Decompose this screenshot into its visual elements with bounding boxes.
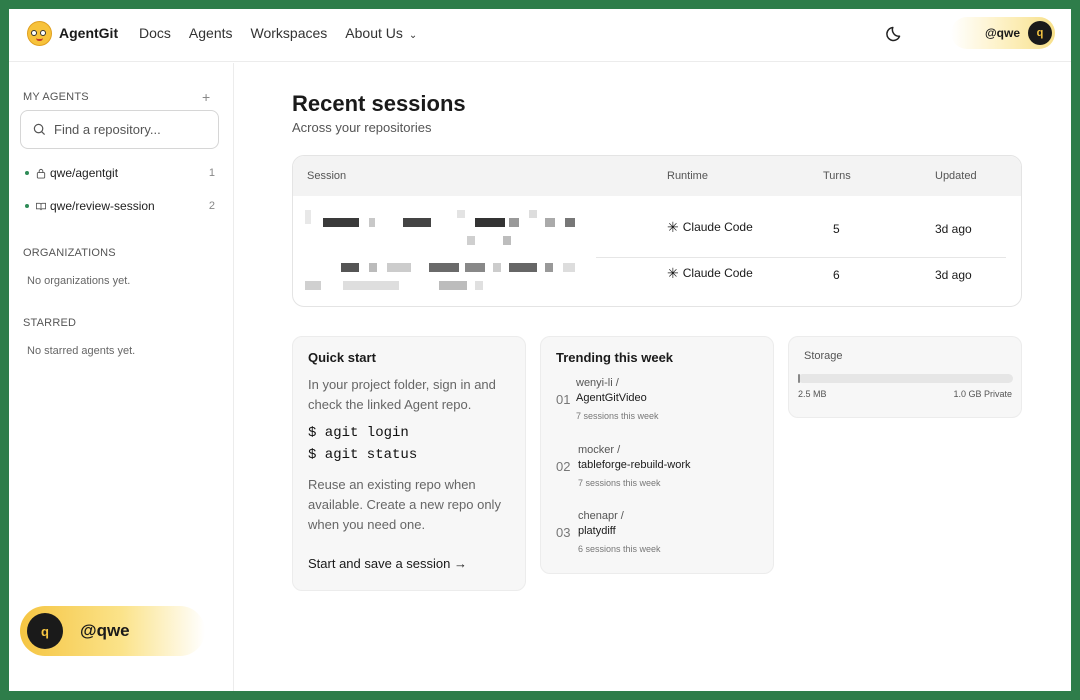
quick-start-intro: In your project folder, sign in and chec… xyxy=(308,377,496,412)
book-icon xyxy=(36,202,46,210)
brand-name[interactable]: AgentGit xyxy=(59,25,118,41)
trending-meta: 6 sessions this week xyxy=(578,544,661,554)
search-icon xyxy=(33,123,46,136)
trending-rank: 03 xyxy=(556,525,571,540)
trending-item[interactable]: 03 chenapr / platydiff 6 sessions this w… xyxy=(556,510,766,556)
quick-start-card: Quick start In your project folder, sign… xyxy=(292,336,526,591)
repo-name: qwe/review-session xyxy=(50,199,155,213)
trending-repo: platydiff xyxy=(578,525,616,537)
runtime-cell: ✳ Claude Code xyxy=(667,265,753,282)
organizations-heading: ORGANIZATIONS xyxy=(23,247,116,259)
page-title: Recent sessions xyxy=(292,91,466,116)
start-session-link[interactable]: Start and save a session → xyxy=(308,556,467,571)
sidebar-item-qwe-agentgit[interactable]: qwe/agentgit 1 xyxy=(25,163,215,183)
quick-start-title: Quick start xyxy=(308,350,376,365)
storage-progress-bar xyxy=(798,374,1013,383)
trending-owner: mocker / xyxy=(578,444,621,456)
nav-workspaces[interactable]: Workspaces xyxy=(251,25,328,41)
trending-rank: 02 xyxy=(556,459,571,474)
updated-cell: 3d ago xyxy=(935,222,972,236)
nav-docs[interactable]: Docs xyxy=(139,25,171,41)
avatar: q xyxy=(27,613,63,649)
logo-icon[interactable] xyxy=(27,21,52,46)
page-subtitle: Across your repositories xyxy=(292,120,432,135)
lock-icon xyxy=(36,168,46,179)
user-menu-button[interactable]: @qwe q xyxy=(951,17,1055,49)
runtime-label: Claude Code xyxy=(682,220,753,234)
table-header: Session Runtime Turns Updated xyxy=(293,156,1021,196)
table-row[interactable]: ✳ Claude Code 5 3d ago xyxy=(293,196,1021,246)
storage-progress-fill xyxy=(798,374,800,383)
nav-about-us[interactable]: About Us ⌄ xyxy=(345,25,417,41)
runtime-label: Claude Code xyxy=(682,266,753,280)
col-updated: Updated xyxy=(935,170,977,182)
profile-button[interactable]: q @qwe xyxy=(20,606,205,656)
col-turns: Turns xyxy=(823,170,851,182)
chevron-down-icon: ⌄ xyxy=(408,30,418,41)
turns-cell: 6 xyxy=(833,268,840,282)
command-status: $ agit status xyxy=(308,447,418,463)
main-nav: Docs Agents Workspaces About Us ⌄ xyxy=(139,25,417,41)
updated-cell: 3d ago xyxy=(935,268,972,282)
profile-handle: @qwe xyxy=(80,621,130,640)
status-dot xyxy=(25,171,29,175)
quick-start-note: Reuse an existing repo when available. C… xyxy=(308,477,501,532)
add-agent-icon[interactable]: + xyxy=(202,89,210,105)
claude-code-icon: ✳ xyxy=(667,265,679,281)
trending-repo: tableforge-rebuild-work xyxy=(578,459,691,471)
sidebar-item-qwe-review-session[interactable]: qwe/review-session 2 xyxy=(25,196,215,216)
repo-search[interactable] xyxy=(20,110,219,149)
table-row[interactable]: ✳ Claude Code 6 3d ago xyxy=(293,257,1021,306)
nav-agents[interactable]: Agents xyxy=(189,25,233,41)
nav-about-us-label: About Us xyxy=(345,25,403,41)
trending-card: Trending this week 01 wenyi-li / AgentGi… xyxy=(540,336,774,574)
trending-meta: 7 sessions this week xyxy=(578,478,661,488)
repo-count: 1 xyxy=(208,167,215,179)
storage-total: 1.0 GB Private xyxy=(953,389,1012,399)
status-dot xyxy=(25,204,29,208)
storage-title: Storage xyxy=(804,350,843,362)
col-session: Session xyxy=(307,170,347,182)
moon-icon[interactable] xyxy=(885,23,905,43)
user-handle: @qwe xyxy=(984,26,1020,40)
trending-repo: AgentGitVideo xyxy=(576,392,647,404)
turns-cell: 5 xyxy=(833,222,840,236)
storage-card: Storage 2.5 MB 1.0 GB Private xyxy=(788,336,1022,418)
trending-item[interactable]: 01 wenyi-li / AgentGitVideo 7 sessions t… xyxy=(556,377,766,423)
trending-rank: 01 xyxy=(556,392,571,407)
row-divider xyxy=(596,257,1006,258)
trending-title: Trending this week xyxy=(556,350,674,365)
trending-owner: wenyi-li / xyxy=(576,377,619,389)
claude-code-icon: ✳ xyxy=(667,219,679,235)
app-window: AgentGit Docs Agents Workspaces About Us… xyxy=(9,9,1071,691)
avatar: q xyxy=(1028,21,1052,45)
storage-used: 2.5 MB xyxy=(798,389,827,399)
runtime-cell: ✳ Claude Code xyxy=(667,219,753,236)
repo-name: qwe/agentgit xyxy=(50,166,119,180)
sessions-table: Session Runtime Turns Updated ✳ Claude Co… xyxy=(292,155,1022,307)
search-input[interactable] xyxy=(54,122,204,137)
starred-heading: STARRED xyxy=(23,317,77,329)
command-login: $ agit login xyxy=(308,425,409,441)
trending-owner: chenapr / xyxy=(578,510,624,522)
my-agents-heading: MY AGENTS xyxy=(23,91,89,103)
top-nav: AgentGit Docs Agents Workspaces About Us… xyxy=(9,9,1071,62)
trending-meta: 7 sessions this week xyxy=(576,411,659,421)
organizations-empty: No organizations yet. xyxy=(27,275,131,287)
trending-item[interactable]: 02 mocker / tableforge-rebuild-work 7 se… xyxy=(556,444,766,490)
sidebar: MY AGENTS + qwe/agentgit 1 qwe/review-se… xyxy=(9,63,234,691)
repo-count: 2 xyxy=(208,200,215,212)
col-runtime: Runtime xyxy=(667,170,708,182)
starred-empty: No starred agents yet. xyxy=(27,345,136,357)
